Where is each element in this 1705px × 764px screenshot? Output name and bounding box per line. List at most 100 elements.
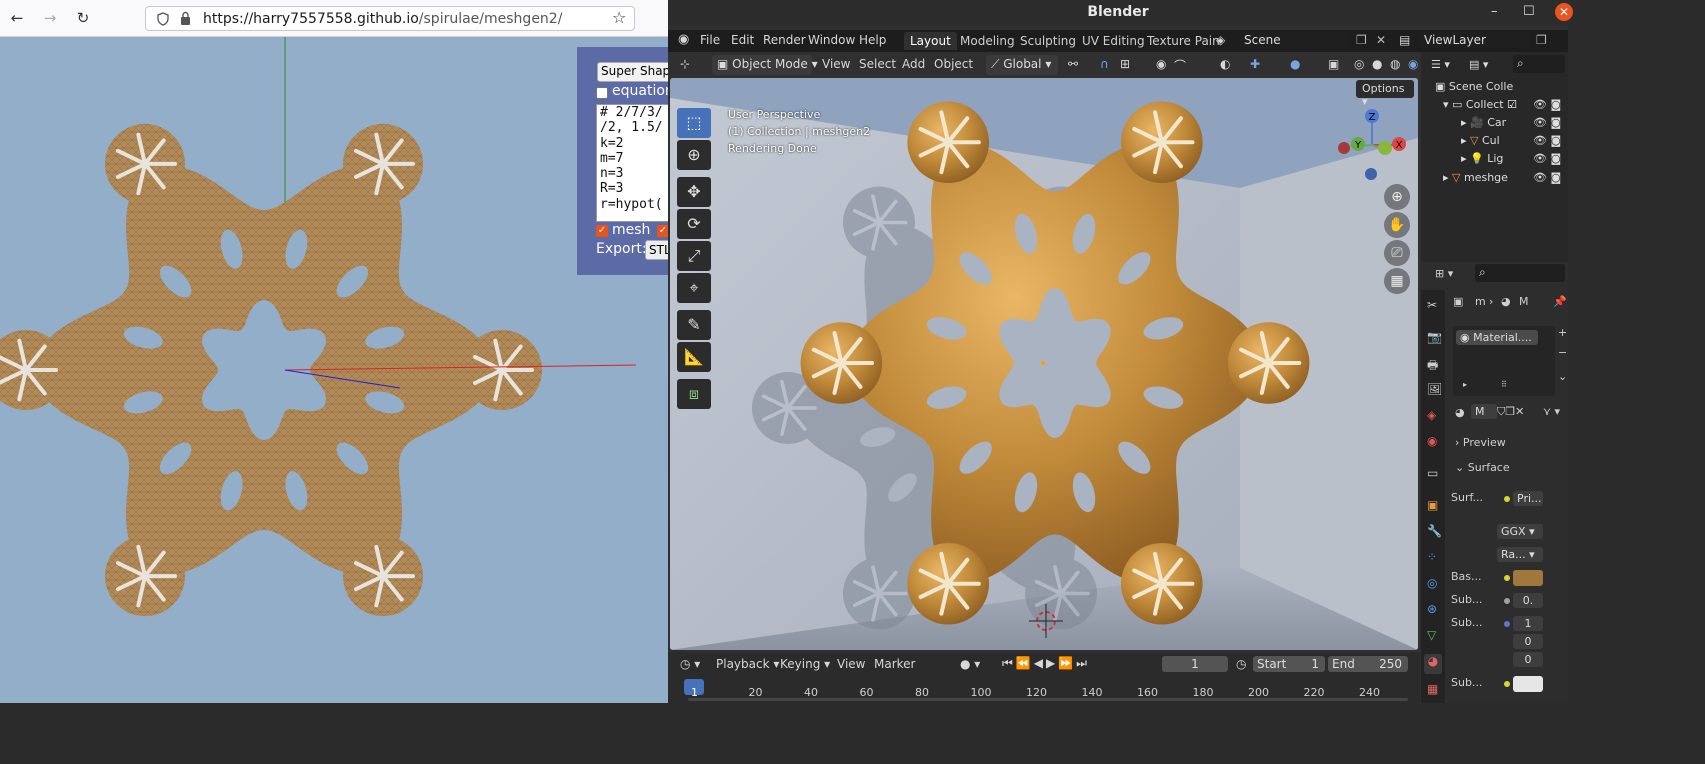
back-icon[interactable]: ← (7, 8, 27, 28)
ortho-grid-icon[interactable]: ▦ (1384, 268, 1410, 294)
visibility-eye-icon[interactable]: 👁 ◙ (1533, 116, 1561, 129)
options-dropdown[interactable]: Options ▾ (1356, 80, 1414, 108)
surface-value-field[interactable]: Pri... (1513, 491, 1543, 506)
scene-tab-icon[interactable]: ◈ (1427, 408, 1436, 422)
menu-help[interactable]: Help (859, 33, 886, 47)
menu-edit[interactable]: Edit (731, 33, 754, 47)
material-actions-icons[interactable]: ⛉❐✕ (1497, 405, 1524, 419)
add-cube-tool[interactable]: ⧈ (677, 379, 711, 409)
keyframe-record-icon[interactable]: ● ▾ (960, 657, 980, 671)
texture-tab-icon[interactable]: ▦ (1427, 682, 1438, 696)
visibility-eye-icon[interactable]: 👁 ◙ (1533, 171, 1561, 184)
scale-tool[interactable]: ⤢ (677, 241, 711, 271)
physics-tab-icon[interactable]: ◎ (1427, 576, 1437, 590)
reload-icon[interactable]: ↻ (73, 8, 93, 28)
pan-hand-icon[interactable]: ✋ (1384, 212, 1410, 238)
properties-search-input[interactable]: ⌕ (1475, 264, 1565, 282)
keying-menu[interactable]: Keying ▾ (780, 657, 830, 671)
forward-icon[interactable]: → (40, 8, 60, 28)
cursor-tool[interactable]: ⊕ (677, 140, 711, 170)
proportional-edit-icon[interactable]: ◉ (1156, 57, 1166, 71)
measure-tool[interactable]: 📐 (677, 342, 711, 372)
solid-shading-icon[interactable]: ● (1372, 57, 1382, 71)
outliner-item-scene-collection[interactable]: ▣ Scene Colle (1435, 80, 1513, 93)
view-layer-browse-icon[interactable]: ▤ (1399, 33, 1410, 47)
snap-target-icon[interactable]: ⊞ (1120, 57, 1130, 71)
falloff-icon[interactable]: ⌒ (1174, 57, 1186, 74)
rotate-tool[interactable]: ⟳ (677, 209, 711, 239)
clock-icon[interactable]: ◷ (1236, 657, 1246, 671)
outliner-item-camera[interactable]: ▸ 🎥 Car (1461, 116, 1506, 129)
gizmo-toggle-icon[interactable]: ✚ (1250, 57, 1260, 71)
zoom-icon[interactable]: ⊕ (1384, 184, 1410, 210)
mesh-checkbox[interactable]: ✓ (596, 225, 608, 237)
3d-viewport[interactable]: Z X Y Options ▾ ⬚ ⊕ ✥ ⟳ ⤢ ⌖ ✎ 📐 ⧈ User P… (670, 78, 1418, 650)
scene-field[interactable]: Scene (1240, 32, 1350, 48)
object-mode-dropdown[interactable]: ▣ Object Mode ▾ (712, 55, 818, 75)
view-menu[interactable]: View (822, 57, 850, 71)
export-format-select[interactable]: STL (645, 240, 668, 260)
wireframe-shading-icon[interactable]: ◎ (1354, 57, 1364, 71)
menu-window[interactable]: Window (808, 33, 855, 47)
tab-texture-paint[interactable]: Texture Pain (1141, 32, 1226, 50)
material-browse-icon[interactable]: ◕ (1455, 406, 1465, 419)
scene-browse-icon[interactable]: ◈ (1216, 33, 1225, 47)
bookmark-star-icon[interactable]: ☆ (612, 8, 626, 27)
add-menu[interactable]: Add (902, 57, 925, 71)
material-tab-icon[interactable]: ◕ (1424, 654, 1442, 674)
current-frame-field[interactable]: 1 (1162, 656, 1228, 672)
select-menu[interactable]: Select (859, 57, 896, 71)
snap-icon[interactable]: ∩ (1100, 57, 1109, 71)
end-frame-field[interactable]: End 250 (1328, 656, 1408, 672)
socket-dot-icon[interactable] (1504, 598, 1510, 604)
particles-tab-icon[interactable]: ⁘ (1427, 550, 1437, 564)
render-view[interactable]: Z X Y (670, 78, 1418, 650)
visibility-icon[interactable]: ◐ (1220, 57, 1230, 71)
outliner-item-meshgen[interactable]: ▸ ▽ meshge (1443, 171, 1508, 184)
address-bar[interactable]: https://harry7557558.github.io/spirulae/… (145, 6, 635, 31)
tab-modeling[interactable]: Modeling (954, 32, 1021, 50)
view-layer-new-icon[interactable]: ❐ (1536, 33, 1547, 47)
list-resize-handle[interactable]: ⠿ (1501, 380, 1507, 389)
scene-new-icon[interactable]: ❐ (1356, 33, 1367, 47)
scene-remove-icon[interactable]: ✕ (1376, 33, 1386, 47)
constraints-tab-icon[interactable]: ⊛ (1427, 602, 1437, 616)
close-icon[interactable]: ✕ (1555, 3, 1573, 21)
surface-value-field[interactable]: 1 (1513, 616, 1543, 631)
outliner-filter-icon[interactable]: ▤ ▾ (1469, 58, 1488, 71)
blender-logo-icon[interactable]: ◉ (678, 32, 689, 47)
object-tab-icon[interactable]: ▣ (1427, 498, 1438, 512)
timeline-editor-icon[interactable]: ◷ ▾ (680, 657, 700, 671)
start-frame-field[interactable]: Start 1 (1253, 656, 1325, 672)
menu-render[interactable]: Render (763, 33, 806, 47)
surface-dropdown[interactable]: Ra... ▾ (1497, 547, 1543, 562)
material-slot-list[interactable]: ◉ Material.... ▸ ⠿ (1453, 326, 1555, 396)
output-tab-icon[interactable]: 🖶 (1427, 356, 1438, 377)
playback-controls[interactable]: ⏮⏪◀▶⏩⏭ (1002, 656, 1090, 671)
outliner-item-light[interactable]: ▸ 💡 Lig (1461, 152, 1503, 165)
timeline-scrollbar[interactable] (688, 698, 1408, 701)
socket-dot-icon[interactable] (1504, 496, 1510, 502)
rendered-shading-icon[interactable]: ◉ (1408, 57, 1418, 71)
tab-sculpting[interactable]: Sculpting (1014, 32, 1082, 50)
overlay-toggle-icon[interactable]: ● (1290, 57, 1300, 71)
visibility-eye-icon[interactable]: 👁 ◙ (1533, 98, 1561, 111)
socket-dot-icon[interactable] (1504, 621, 1510, 627)
surface-value-field[interactable]: 0 (1513, 634, 1543, 649)
annotate-tool[interactable]: ✎ (677, 310, 711, 340)
editor-type-icon[interactable]: ⊹ (680, 57, 690, 71)
data-tab-icon[interactable]: ▽ (1427, 628, 1436, 642)
surface-value-field[interactable]: 0. (1513, 593, 1543, 608)
preview-panel-header[interactable]: › Preview (1455, 436, 1506, 449)
add-slot-icon[interactable]: + (1558, 326, 1567, 339)
outliner-item-collection[interactable]: ▾ ▭ Collect ☑ (1443, 98, 1517, 111)
list-expand-icon[interactable]: ▸ (1463, 380, 1467, 389)
pin-icon[interactable]: 📌 (1553, 295, 1567, 308)
node-tree-icon[interactable]: ⋎ ▾ (1543, 405, 1560, 418)
visibility-eye-icon[interactable]: 👁 ◙ (1533, 152, 1561, 165)
subsurface-color-swatch[interactable] (1513, 676, 1543, 692)
orientation-dropdown[interactable]: ⟋ Global ▾ (986, 55, 1058, 75)
surface-panel-header[interactable]: ⌄ Surface (1455, 461, 1510, 474)
equation-textarea[interactable]: # 2/7/3//2, 1.5/k=2 m=7 n=3 R=3 r=hypot( (596, 104, 668, 222)
marker-menu[interactable]: Marker (874, 657, 915, 671)
